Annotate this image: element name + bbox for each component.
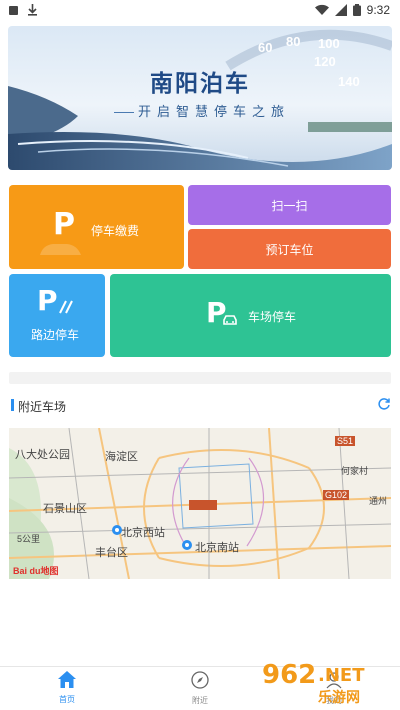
baidu-map-logo: Bai du地图 [13,566,59,576]
reserve-spot-tile[interactable]: 预订车位 [188,229,391,269]
scan-label: 扫一扫 [271,199,308,213]
reserve-spot-label: 预订车位 [265,243,314,257]
map-label-shijingshan: 石景山区 [43,503,87,515]
watermark-net: .NET [318,665,365,686]
home-icon [58,671,76,688]
watermark-number: 962 [262,660,317,690]
nearby-lots-title: 附近车场 [18,400,67,414]
map-label-beijing-south: 北京南站 [195,542,239,554]
map-label-badachu: 八大处公园 [15,449,70,461]
map-label-fengtai: 丰台区 [95,547,128,559]
watermark-site: 乐游网 [318,689,360,705]
road-badge-g102: G102 [323,490,350,500]
parking-lot-tile[interactable]: P 车场停车 [110,274,391,357]
nav-home[interactable]: 首页 [37,671,97,705]
parking-payment-tile[interactable]: P 停车缴费 [9,185,184,269]
parking-p-icon: P [53,207,75,242]
section-divider [9,372,391,384]
map-label-beijing-west: 北京西站 [121,527,165,539]
status-time: 9:32 [366,3,390,17]
nav-home-label: 首页 [59,695,75,704]
map-label-tongzhou: 通州 [369,496,388,506]
wifi-icon [314,4,329,15]
speedo-number: 100 [318,36,340,51]
road-stripes-icon [59,300,73,314]
nav-nearby-label: 附近 [192,696,208,705]
scan-tile[interactable]: 扫一扫 [188,185,391,225]
parking-payment-label: 停车缴费 [91,224,140,238]
compass-icon [191,671,209,689]
sd-card-icon [9,5,18,15]
roadside-parking-label: 路边停车 [31,328,80,342]
promo-banner[interactable]: 60 80 100 120 140 南阳泊车 开启智慧停车之旅 [8,26,392,170]
status-left-icons [8,4,38,16]
speedo-number: 80 [286,34,301,49]
section-accent-bar [11,399,14,411]
map-label-hejiacun: 何家村 [341,466,369,476]
refresh-icon[interactable] [377,397,391,411]
speedo-number: 60 [258,40,273,55]
location-pin-icon [182,540,192,550]
roadside-parking-tile[interactable]: P 路边停车 [9,274,105,357]
battery-icon [352,4,361,16]
site-watermark: 962 .NET 乐游网 [262,660,400,710]
banner-title: 南阳泊车 [150,70,250,96]
nav-nearby[interactable]: 附近 [170,671,230,706]
car-icon [223,315,237,325]
status-bar: 9:32 [0,0,400,22]
roadside-p-icon: P [37,284,58,317]
map-scale-label: 5公里 [17,534,41,544]
banner-subtitle-wrap: 开启智慧停车之旅 [8,101,392,120]
parking-lot-label: 车场停车 [248,310,297,324]
road-badge-s51: S51 [335,436,356,446]
banner-subtitle: 开启智慧停车之旅 [137,104,290,119]
signal-icon [334,4,347,16]
location-pin-icon [112,525,122,535]
car-silhouette-icon [40,244,81,255]
map-label-haidian: 海淀区 [105,451,138,463]
download-icon [28,4,37,16]
nearby-map[interactable]: 八大处公园 海淀区 石景山区 北京西站 丰台区 北京南站 何家村 通州 G102… [9,428,391,579]
